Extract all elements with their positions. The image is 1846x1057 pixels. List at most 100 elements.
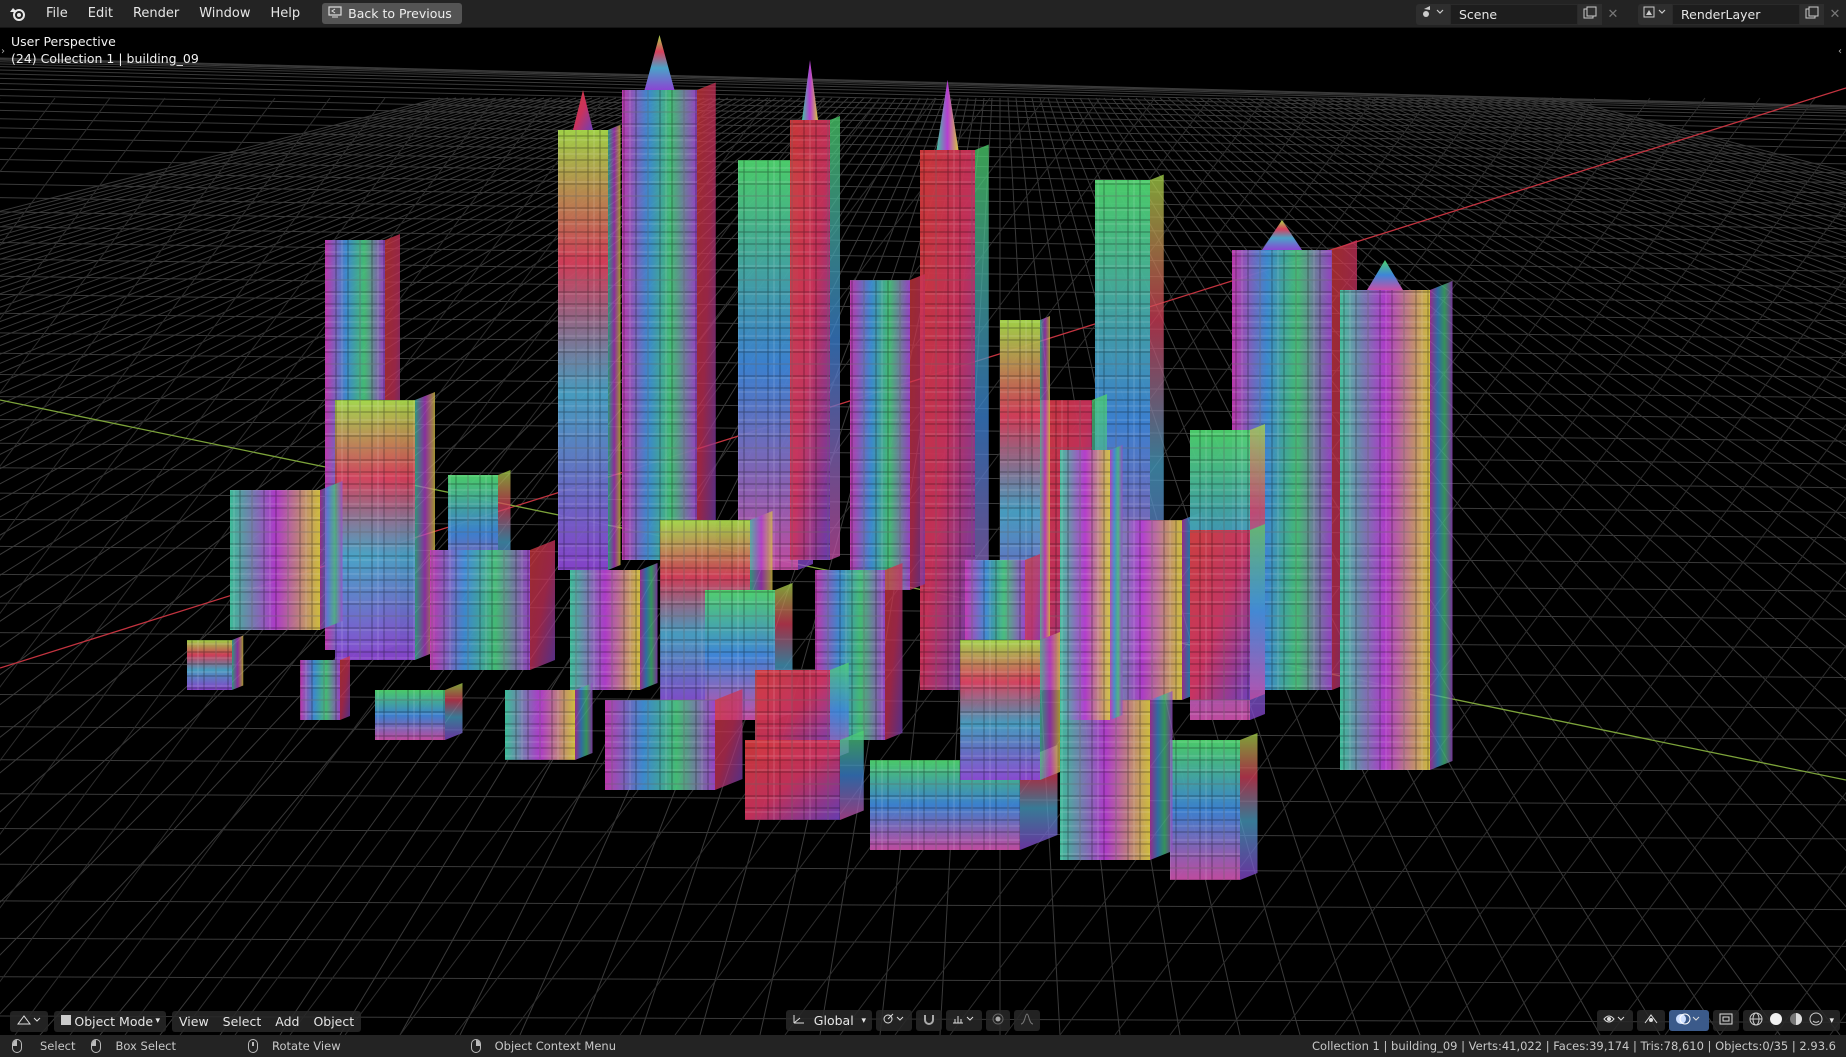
status-box-select-label: Box Select — [115, 1039, 176, 1053]
building-mesh[interactable] — [558, 90, 621, 570]
orientation-axes-icon — [792, 1013, 806, 1028]
wireframe-shading-icon[interactable] — [1749, 1012, 1763, 1029]
building-mesh[interactable] — [300, 656, 350, 720]
duplicate-icon — [1583, 6, 1597, 23]
building-mesh[interactable] — [230, 481, 343, 630]
collection-label: (24) Collection 1 | building_09 — [11, 51, 199, 66]
snap-target-dropdown[interactable] — [946, 1010, 982, 1031]
status-context-menu-label: Object Context Menu — [494, 1039, 616, 1053]
building-mesh[interactable] — [570, 563, 658, 690]
close-icon: ✕ — [1829, 6, 1841, 22]
scene-name-field[interactable]: Scene — [1450, 3, 1578, 25]
building-mesh[interactable] — [745, 730, 864, 821]
render-layer-icon — [1643, 5, 1667, 23]
delete-scene-button[interactable]: ✕ — [1602, 4, 1624, 25]
back-to-previous-label: Back to Previous — [348, 6, 452, 21]
chevron-down-icon: ▾ — [861, 1015, 866, 1026]
render-layer-selector[interactable] — [1638, 3, 1672, 25]
material-shading-icon[interactable] — [1789, 1012, 1803, 1029]
back-screen-icon — [328, 6, 342, 21]
building-mesh[interactable] — [187, 635, 244, 691]
status-rotate-hint: Rotate View — [248, 1039, 341, 1053]
view-menu[interactable]: View — [172, 1010, 216, 1032]
building-mesh[interactable] — [1340, 260, 1453, 770]
rendered-shading-icon[interactable] — [1809, 1012, 1823, 1029]
pivot-icon — [882, 1013, 906, 1028]
building-mesh[interactable] — [505, 683, 593, 760]
blender-logo-icon[interactable] — [0, 0, 36, 28]
new-render-layer-button[interactable] — [1800, 3, 1824, 25]
editor-type-button[interactable] — [10, 1010, 48, 1032]
building-mesh[interactable] — [960, 632, 1060, 780]
sidebar-expand-icon[interactable]: ‹ — [1838, 46, 1842, 57]
select-menu[interactable]: Select — [215, 1010, 269, 1032]
toolbar-expand-icon[interactable]: › — [1, 46, 5, 57]
overlays-icon — [1675, 1013, 1703, 1028]
object-menu[interactable]: Object — [306, 1010, 362, 1032]
building-mesh[interactable] — [790, 60, 840, 560]
xray-icon — [1719, 1013, 1733, 1028]
chevron-down-icon: ▾ — [155, 1016, 160, 1026]
building-mesh[interactable] — [375, 683, 463, 740]
back-to-previous-button[interactable]: Back to Previous — [322, 3, 462, 24]
pivot-point-dropdown[interactable] — [876, 1010, 912, 1031]
view-name-label: User Perspective — [11, 34, 116, 49]
overlays-toggle[interactable] — [1669, 1010, 1710, 1031]
status-select-label: Select — [40, 1039, 76, 1053]
building-mesh[interactable] — [1170, 733, 1258, 880]
building-mesh[interactable] — [335, 392, 435, 660]
building-mesh[interactable] — [605, 689, 743, 790]
building-mesh[interactable] — [1190, 524, 1265, 700]
proportional-falloff-dropdown[interactable] — [1014, 1010, 1040, 1031]
shading-modes[interactable]: ▾ — [1743, 1010, 1840, 1031]
menu-edit[interactable]: Edit — [78, 0, 123, 28]
menu-render[interactable]: Render — [123, 0, 189, 28]
close-icon: ✕ — [1607, 6, 1619, 22]
viewport-scene[interactable] — [0, 28, 1846, 1035]
snap-increment-icon — [952, 1013, 976, 1028]
transform-orientation-dropdown[interactable]: Global ▾ — [786, 1010, 872, 1031]
proportional-dot-icon — [992, 1013, 1004, 1028]
viewport-header: Object Mode ▾ View Select Add Object Glo… — [0, 1008, 1846, 1034]
building-mesh[interactable] — [1060, 445, 1123, 720]
solid-shading-icon[interactable] — [1769, 1012, 1783, 1029]
object-mode-label: Object Mode — [74, 1013, 154, 1029]
gizmo-toggle[interactable] — [1637, 1010, 1666, 1031]
status-rotate-label: Rotate View — [272, 1039, 341, 1053]
new-scene-button[interactable] — [1578, 3, 1602, 25]
mouse-right-icon — [470, 1039, 481, 1053]
falloff-curve-icon — [1020, 1013, 1034, 1028]
orientation-label: Global — [813, 1013, 854, 1028]
top-bar: File Edit Render Window Help Back to Pre… — [0, 0, 1846, 28]
xray-toggle[interactable] — [1713, 1010, 1740, 1031]
status-bar: Select Box Select Rotate View Object Con… — [0, 1035, 1846, 1057]
3d-view-icon — [16, 1013, 42, 1030]
mouse-drag-icon — [91, 1039, 102, 1053]
visibility-dropdown[interactable] — [1597, 1010, 1634, 1031]
building-mesh[interactable] — [622, 35, 716, 560]
scene-statistics: Collection 1 | building_09 | Verts:41,02… — [1312, 1039, 1836, 1053]
duplicate-icon — [1805, 6, 1819, 23]
proportional-editing-toggle[interactable] — [986, 1010, 1010, 1031]
menu-window[interactable]: Window — [189, 0, 260, 28]
building-mesh[interactable] — [430, 540, 555, 670]
scene-selector[interactable] — [1416, 3, 1450, 25]
render-layer-field[interactable]: RenderLayer — [1672, 3, 1800, 25]
menu-help[interactable]: Help — [261, 0, 311, 28]
add-menu[interactable]: Add — [268, 1010, 307, 1032]
object-mode-icon — [60, 1014, 72, 1029]
status-context-menu-hint: Object Context Menu — [470, 1039, 616, 1053]
eye-icon — [1603, 1013, 1627, 1028]
snap-toggle[interactable] — [916, 1010, 942, 1031]
status-select-hint: Select — [12, 1039, 75, 1053]
3d-viewport[interactable]: › ‹ User Perspective (24) Collection 1 |… — [0, 28, 1846, 1035]
magnet-icon — [922, 1013, 936, 1028]
menu-file[interactable]: File — [36, 0, 78, 28]
gizmo-icon — [1643, 1013, 1659, 1028]
building-mesh[interactable] — [850, 274, 925, 590]
scene-icon — [1421, 5, 1445, 23]
mouse-left-icon — [12, 1039, 22, 1053]
chevron-down-icon: ▾ — [1829, 1015, 1834, 1026]
object-mode-dropdown[interactable]: Object Mode ▾ — [54, 1010, 166, 1032]
delete-render-layer-button[interactable]: ✕ — [1824, 4, 1846, 25]
